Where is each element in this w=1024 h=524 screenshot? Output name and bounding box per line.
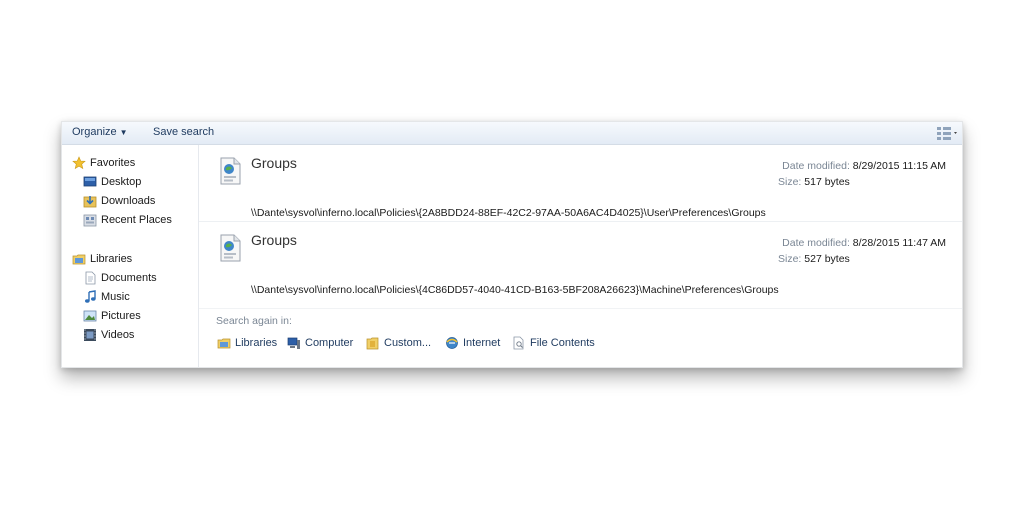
command-bar: Organize ▼ Save search [62,122,962,145]
date-modified-label: Date modified: [782,237,850,249]
nav-favorites-label: Favorites [90,157,136,169]
result-date-modified: Date modified: 8/29/2015 11:15 AM [782,160,946,172]
file-icon [220,234,241,262]
search-result[interactable]: Groups Date modified: 8/29/2015 11:15 AM… [199,145,962,221]
location-label: File Contents [530,337,595,349]
recent-places-icon [83,214,97,227]
organize-label: Organize [72,126,117,138]
location-label: Computer [305,337,354,349]
nav-item-label: Music [101,291,130,303]
nav-item-label: Documents [101,272,157,284]
videos-icon [84,329,96,341]
internet-icon [446,337,458,349]
computer-icon [287,337,300,349]
search-again-panel: Search again in: Libraries Computer Cust… [199,308,962,367]
pictures-icon [83,310,97,322]
file-contents-icon [513,336,524,350]
music-icon [85,290,96,303]
libraries-folder-icon [72,254,86,265]
size-value: 517 bytes [804,176,850,188]
save-search-button[interactable]: Save search [153,126,214,138]
nav-libraries-label: Libraries [90,253,133,265]
result-size: Size: 517 bytes [778,176,850,188]
nav-item-label: Recent Places [101,214,172,226]
navigation-pane: Favorites Desktop Downloads Recent Place… [62,145,199,367]
size-label: Size: [778,176,802,188]
result-size: Size: 527 bytes [778,253,850,265]
custom-folder-icon [366,337,379,350]
desktop-icon [83,176,97,187]
location-label: Libraries [235,337,278,349]
location-label: Custom... [384,337,432,349]
results-pane: Groups Date modified: 8/29/2015 11:15 AM… [199,145,962,367]
file-icon [220,157,241,185]
organize-menu-button[interactable]: Organize ▼ [72,126,128,138]
search-again-label: Search again in: [216,315,292,327]
change-view-icon[interactable] [936,125,958,141]
result-title: Groups [251,155,297,171]
nav-item-label: Videos [101,329,135,341]
size-value: 527 bytes [804,253,850,265]
date-modified-label: Date modified: [782,160,850,172]
downloads-icon [83,196,97,208]
nav-item-label: Desktop [101,176,142,188]
result-title: Groups [251,232,297,248]
result-path: \\Dante\sysvol\inferno.local\Policies\{4… [251,284,779,296]
location-label: Internet [463,337,501,349]
nav-item-label: Pictures [101,310,141,322]
date-modified-value: 8/29/2015 11:15 AM [852,160,946,172]
result-date-modified: Date modified: 8/28/2015 11:47 AM [782,237,946,249]
search-result[interactable]: Groups Date modified: 8/28/2015 11:47 AM… [199,221,962,298]
nav-item-label: Downloads [101,195,156,207]
libraries-icon [217,338,231,349]
explorer-window: Organize▼ Save search Favorites Desktop [61,121,963,368]
size-label: Size: [778,253,802,265]
chevron-down-icon: ▼ [119,128,128,137]
date-modified-value: 8/28/2015 11:47 AM [852,237,946,249]
result-path: \\Dante\sysvol\inferno.local\Policies\{2… [251,207,766,219]
documents-icon [85,271,96,285]
star-icon [72,156,86,170]
